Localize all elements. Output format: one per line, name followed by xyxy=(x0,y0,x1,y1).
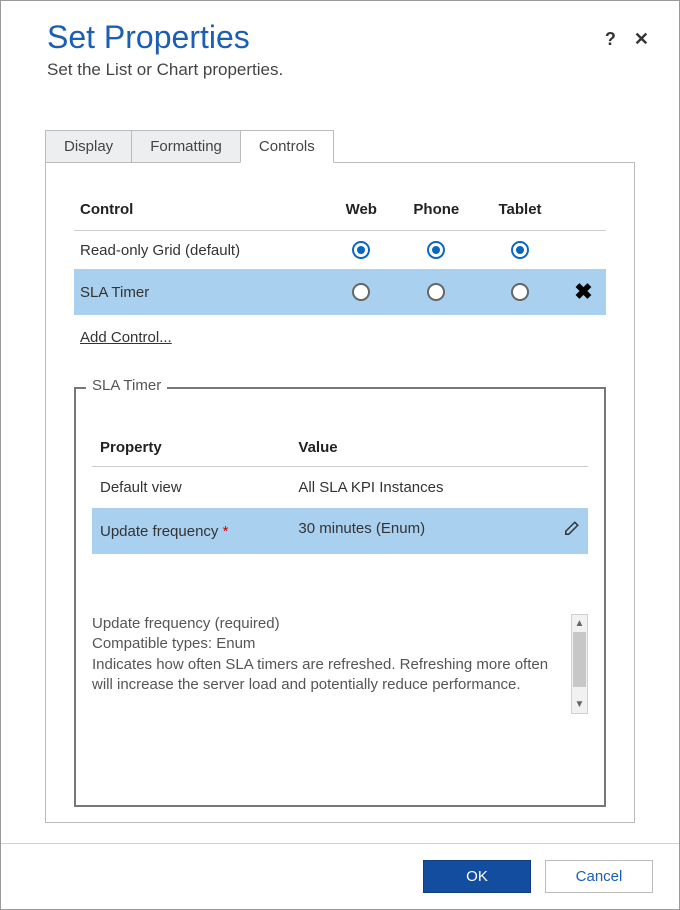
property-value: 30 minutes (Enum) xyxy=(290,508,588,554)
header-icons: ? ✕ xyxy=(605,29,649,50)
help-icon[interactable]: ? xyxy=(605,29,616,50)
control-name: SLA Timer xyxy=(74,269,329,315)
radio-phone-readonly[interactable] xyxy=(427,241,445,259)
dialog-header: Set Properties Set the List or Chart pro… xyxy=(1,1,679,90)
control-table: Control Web Phone Tablet Read-only Grid … xyxy=(74,193,606,315)
col-value: Value xyxy=(290,431,588,467)
description-scrollbar[interactable]: ▲ ▼ xyxy=(571,614,588,714)
scrollbar-thumb[interactable] xyxy=(573,632,586,687)
edit-icon[interactable] xyxy=(562,520,580,542)
control-name: Read-only Grid (default) xyxy=(74,231,329,270)
scroll-up-icon[interactable]: ▲ xyxy=(572,615,587,632)
property-name: Default view xyxy=(92,467,290,509)
col-control: Control xyxy=(74,193,329,231)
sla-timer-fieldset: SLA Timer Property Value Default view Al… xyxy=(74,387,606,807)
control-row-sla-timer[interactable]: SLA Timer ✖ xyxy=(74,269,606,315)
dialog-content: Display Formatting Controls Control Web … xyxy=(1,90,679,843)
tab-bar: Display Formatting Controls xyxy=(45,130,635,163)
radio-tablet-sla[interactable] xyxy=(511,283,529,301)
property-description-block: Update frequency (required) Compatible t… xyxy=(92,614,588,714)
remove-control-icon[interactable]: ✖ xyxy=(574,279,592,304)
scroll-down-icon[interactable]: ▼ xyxy=(572,696,587,713)
cancel-button[interactable]: Cancel xyxy=(545,860,653,893)
property-description: Update frequency (required) Compatible t… xyxy=(92,614,571,714)
radio-phone-sla[interactable] xyxy=(427,283,445,301)
dialog-subtitle: Set the List or Chart properties. xyxy=(47,60,633,80)
add-control-link[interactable]: Add Control... xyxy=(80,329,172,346)
radio-web-readonly[interactable] xyxy=(352,241,370,259)
property-table: Property Value Default view All SLA KPI … xyxy=(92,431,588,554)
radio-web-sla[interactable] xyxy=(352,283,370,301)
tab-formatting[interactable]: Formatting xyxy=(131,130,241,162)
set-properties-dialog: Set Properties Set the List or Chart pro… xyxy=(0,0,680,910)
required-star-icon: * xyxy=(223,523,229,540)
ok-button[interactable]: OK xyxy=(423,860,531,893)
property-name: Update frequency * xyxy=(92,508,290,554)
col-web: Web xyxy=(329,193,393,231)
control-row-readonly-grid[interactable]: Read-only Grid (default) xyxy=(74,231,606,270)
property-value: All SLA KPI Instances xyxy=(290,467,588,509)
tab-display[interactable]: Display xyxy=(45,130,132,162)
radio-tablet-readonly[interactable] xyxy=(511,241,529,259)
dialog-footer: OK Cancel xyxy=(1,843,679,909)
property-row-update-frequency[interactable]: Update frequency * 30 minutes (Enum) xyxy=(92,508,588,554)
col-phone: Phone xyxy=(393,193,479,231)
controls-panel: Control Web Phone Tablet Read-only Grid … xyxy=(45,163,635,823)
tab-controls[interactable]: Controls xyxy=(240,130,334,163)
fieldset-legend: SLA Timer xyxy=(86,377,167,394)
col-tablet: Tablet xyxy=(479,193,561,231)
dialog-title: Set Properties xyxy=(47,19,633,56)
property-row-default-view[interactable]: Default view All SLA KPI Instances xyxy=(92,467,588,509)
col-property: Property xyxy=(92,431,290,467)
col-remove xyxy=(561,193,606,231)
close-icon[interactable]: ✕ xyxy=(634,29,649,50)
